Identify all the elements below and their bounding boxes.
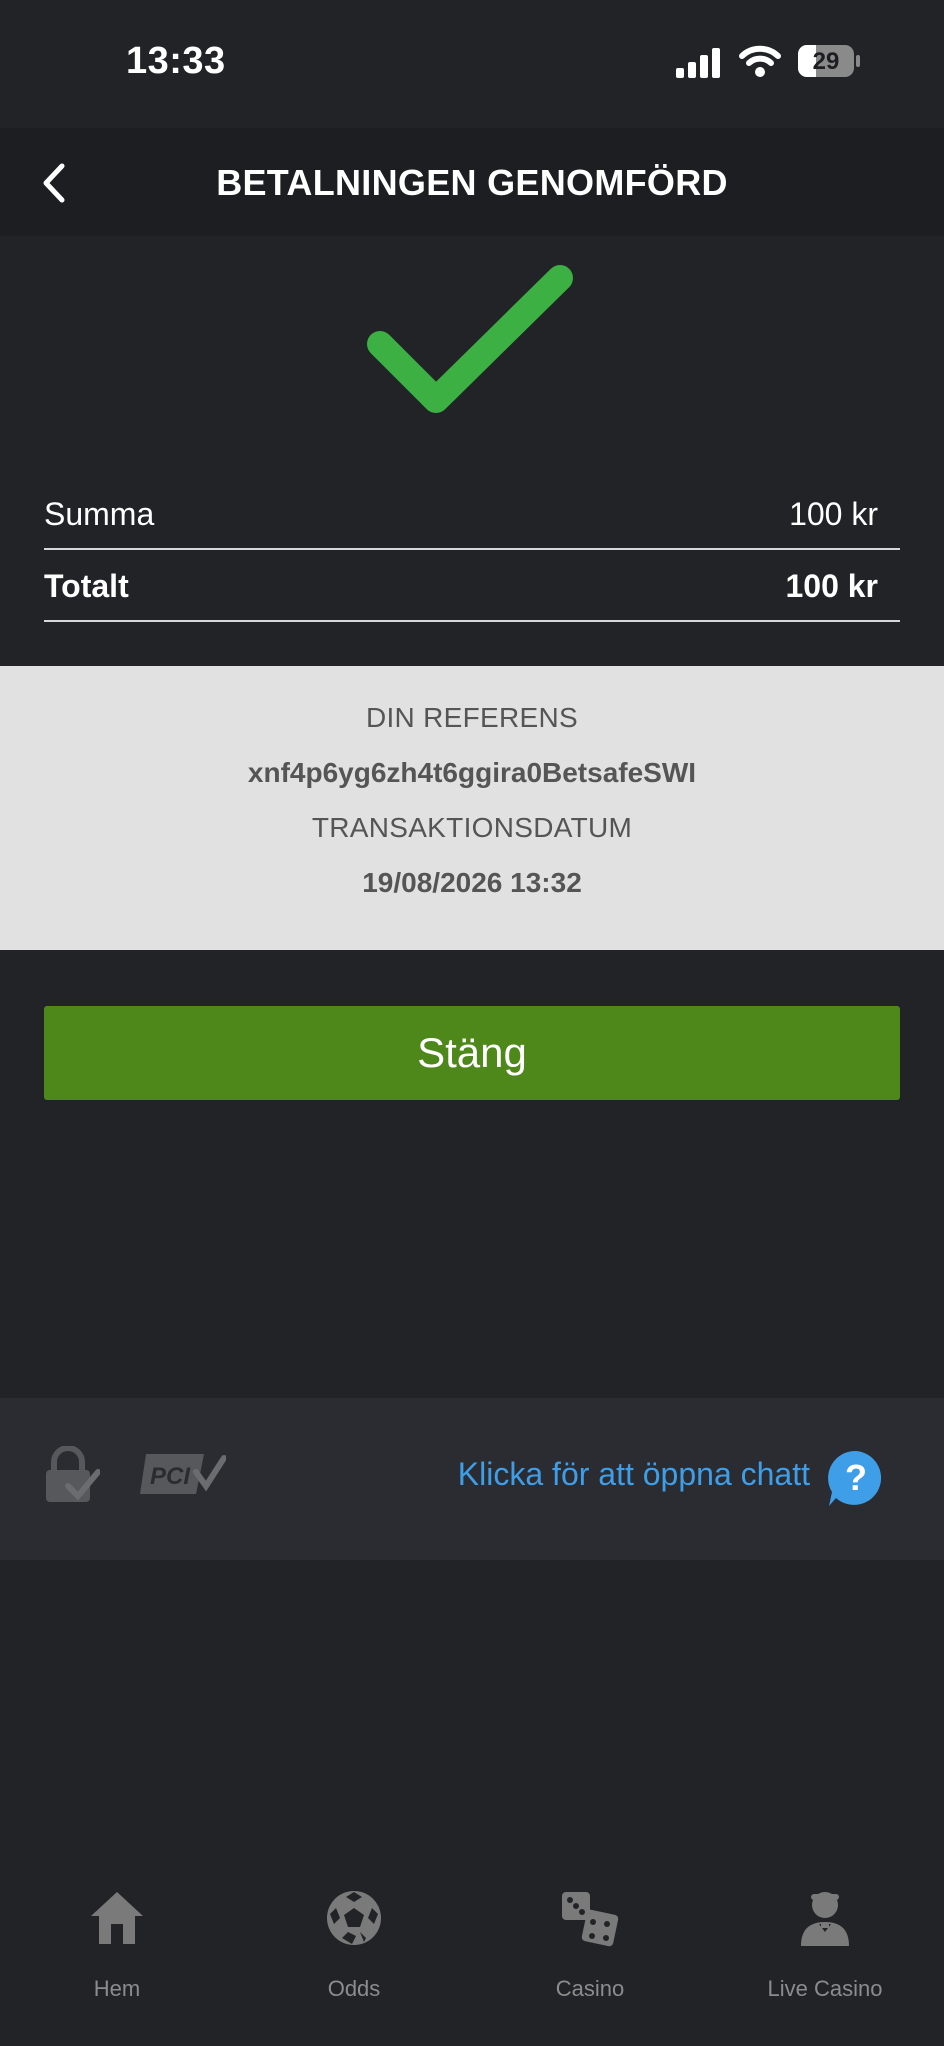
sum-label: Summa	[44, 496, 155, 532]
bottom-tab-bar: Hem Odds Casino Live Casino	[0, 1870, 944, 2046]
security-footer: PCI Klicka för att öppna chatt ?	[0, 1398, 944, 1560]
tab-label-casino: Casino	[555, 1976, 625, 2001]
close-button[interactable]: Stäng	[44, 1006, 900, 1100]
battery-level: 29	[812, 48, 840, 75]
tab-label-live-casino: Live Casino	[767, 1976, 883, 2001]
summary-row-total: Totalt 100 kr	[44, 548, 900, 622]
sum-value: 100 kr	[789, 496, 878, 532]
date-value: 19/08/2026 13:32	[362, 867, 582, 898]
open-chat-link[interactable]: Klicka för att öppna chatt	[458, 1456, 810, 1493]
tab-odds[interactable]: Odds	[264, 1888, 444, 2008]
wifi-icon	[739, 45, 781, 77]
pci-icon: PCI	[140, 1454, 226, 1494]
help-chat-icon[interactable]: ?	[826, 1448, 886, 1508]
dealer-icon	[801, 1892, 849, 1946]
total-label: Totalt	[44, 568, 129, 604]
date-caption: TRANSAKTIONSDATUM	[311, 812, 633, 843]
checkmark-icon	[367, 265, 573, 413]
battery-icon: 29	[798, 45, 860, 77]
signal-icon	[676, 48, 720, 78]
dice-icon	[562, 1892, 619, 1947]
svg-text:PCI: PCI	[150, 1463, 191, 1490]
reference-panel: DIN REFERENS xnf4p6yg6zh4t6ggira0Betsafe…	[0, 666, 944, 950]
reference-value: xnf4p6yg6zh4t6ggira0BetsafeSWI	[247, 757, 697, 788]
status-bar: 13:33 29	[0, 0, 944, 128]
page-header: BETALNINGEN GENOMFÖRD	[0, 128, 944, 236]
success-checkmark	[360, 262, 582, 428]
status-time: 13:33	[126, 40, 226, 82]
summary-row-sum: Summa 100 kr	[44, 476, 900, 550]
svg-text:?: ?	[845, 1457, 867, 1498]
tab-label-hem: Hem	[93, 1976, 141, 2001]
tab-hem[interactable]: Hem	[27, 1888, 207, 2008]
reference-caption: DIN REFERENS	[365, 702, 579, 733]
tab-casino[interactable]: Casino	[500, 1888, 680, 2008]
page-title: BETALNINGEN GENOMFÖRD	[216, 162, 728, 203]
tab-live-casino[interactable]: Live Casino	[735, 1888, 915, 2008]
total-value: 100 kr	[785, 568, 878, 604]
tab-label-odds: Odds	[327, 1976, 381, 2001]
secure-lock-icon	[46, 1446, 100, 1502]
soccer-ball-icon	[327, 1891, 381, 1945]
home-icon	[91, 1892, 143, 1944]
